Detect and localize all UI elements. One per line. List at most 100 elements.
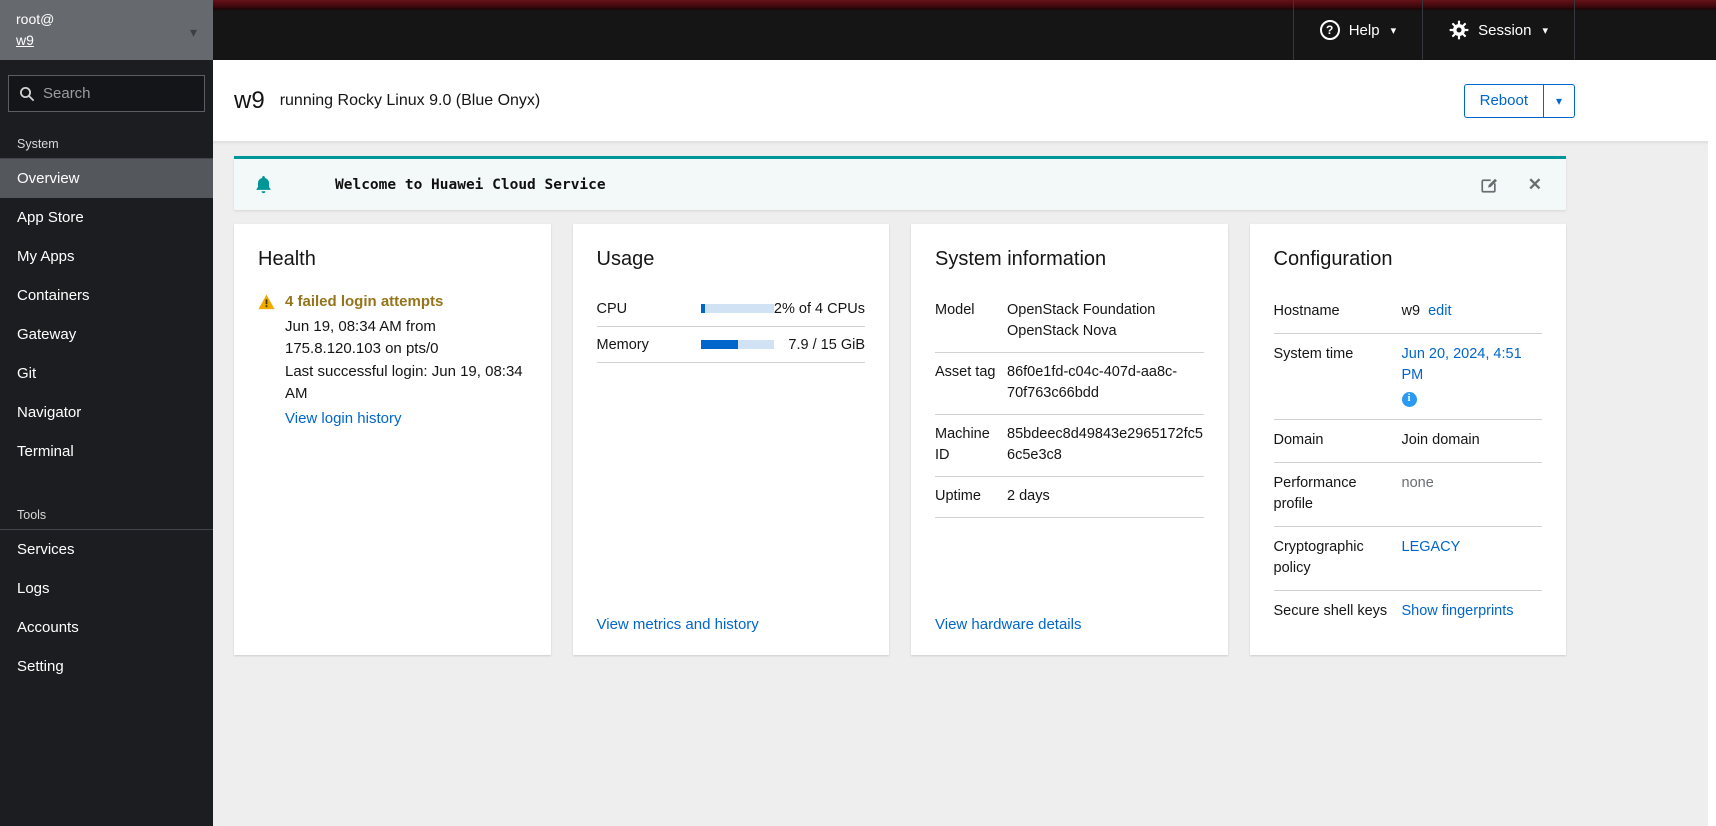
health-card: Health 4 failed login attempts Jun 19, 0… [234, 224, 551, 656]
sidebar-item-overview[interactable]: Overview [0, 159, 213, 198]
cpu-usage-value: 2% of 4 CPUs [773, 300, 865, 317]
overview-cards: Health 4 failed login attempts Jun 19, 0… [234, 224, 1566, 656]
last-login-detail: Last successful login: Jun 19, 08:34 AM [285, 362, 523, 403]
sidebar-item-gateway[interactable]: Gateway [0, 315, 213, 354]
memory-label: Memory [596, 336, 649, 353]
row-label: Model [935, 302, 975, 318]
asset-tag-row: Asset tag 86f0e1fd-c04c-407d-aa8c-70f763… [935, 353, 1204, 416]
sidebar-item-navigator[interactable]: Navigator [0, 393, 213, 432]
close-icon[interactable]: ✕ [1528, 176, 1542, 193]
cpu-usage-bar [700, 304, 774, 313]
system-time-row: System time Jun 20, 2024, 4:51 PM i [1273, 334, 1542, 421]
performance-profile-value: none [1401, 475, 1434, 492]
row-label: Performance profile [1273, 475, 1357, 513]
row-label: Uptime [935, 488, 981, 505]
masthead: ? Help ▾ Session ▾ [213, 0, 1716, 60]
info-icon[interactable]: i [1401, 392, 1417, 408]
sidebar-section-system: System Overview App Store My Apps Contai… [0, 128, 213, 471]
sidebar-item-logs[interactable]: Logs [0, 569, 213, 608]
sidebar-item-terminal[interactable]: Terminal [0, 432, 213, 471]
sidebar-item-my-apps[interactable]: My Apps [0, 237, 213, 276]
cpu-usage-row: CPU 2% of 4 CPUs [596, 291, 865, 327]
row-label: Asset tag [935, 364, 996, 381]
row-label: Domain [1273, 432, 1324, 449]
configuration-card: Configuration Hostname w9 edit System ti… [1249, 224, 1566, 656]
row-label: Cryptographic policy [1273, 539, 1364, 577]
system-information-card: System information Model OpenStack Found… [911, 224, 1228, 656]
hostname-value: w9 [1401, 303, 1421, 319]
sidebar-section-label: Tools [17, 508, 47, 522]
sidebar-item-services[interactable]: Services [0, 530, 213, 569]
asset-tag-value: 86f0e1fd-c04c-407d-aa8c-70f763c66bdd [1007, 364, 1178, 402]
chevron-down-icon: ▾ [1390, 24, 1397, 37]
account-host: w9 [16, 32, 34, 48]
session-menu[interactable]: Session ▾ [1422, 0, 1575, 60]
chevron-down-icon: ▾ [189, 24, 197, 40]
account-user: root@ [16, 11, 55, 27]
account-menu[interactable]: root@ w9 ▾ [0, 0, 213, 60]
banner-message: Welcome to Huawei Cloud Service [335, 176, 606, 193]
hostname-row: Hostname w9 edit [1273, 291, 1542, 335]
system-time-link[interactable]: Jun 20, 2024, 4:51 PM [1402, 346, 1522, 383]
row-label: System time [1273, 346, 1354, 363]
cockpit-app: ? Help ▾ Session ▾ root@ w9 ▾ Search Sys… [0, 0, 1716, 826]
sidebar-section-tools: Tools Services Logs Accounts Setting [0, 499, 213, 686]
card-title: Usage [596, 248, 655, 270]
page-title: w9 [234, 86, 265, 114]
os-description: running Rocky Linux 9.0 (Blue Onyx) [279, 91, 541, 109]
performance-profile-row: Performance profile none [1273, 463, 1542, 528]
show-fingerprints-link[interactable]: Show fingerprints [1402, 603, 1514, 619]
card-title: Health [258, 248, 316, 270]
sidebar-item-setting[interactable]: Setting [0, 647, 213, 686]
failed-login-alert: 4 failed login attempts [285, 293, 444, 310]
reboot-split-button: Reboot ▾ [1463, 83, 1575, 118]
card-title: System information [935, 248, 1107, 270]
memory-usage-row: Memory 7.9 / 15 GiB [596, 327, 865, 363]
session-label: Session [1478, 21, 1532, 39]
memory-usage-value: 7.9 / 15 GiB [788, 336, 865, 353]
page-header: w9 running Rocky Linux 9.0 (Blue Onyx) R… [213, 60, 1716, 141]
reboot-dropdown-toggle[interactable]: ▾ [1543, 84, 1574, 117]
welcome-banner: Welcome to Huawei Cloud Service ✕ [234, 156, 1566, 210]
crypto-policy-link[interactable]: LEGACY [1402, 539, 1461, 555]
edit-banner-icon[interactable] [1480, 176, 1498, 194]
bell-icon [254, 175, 273, 195]
machine-id-row: Machine ID 85bdeec8d49843e2965172fc56c5e… [935, 415, 1204, 478]
crypto-policy-row: Cryptographic policy LEGACY [1273, 527, 1542, 592]
help-label: Help [1348, 21, 1380, 39]
join-domain-value[interactable]: Join domain [1402, 430, 1543, 451]
usage-card: Usage CPU 2% of 4 CPUs Memory 7.9 / 15 G… [572, 224, 889, 656]
sidebar-item-git[interactable]: Git [0, 354, 213, 393]
uptime-value: 2 days [1007, 488, 1050, 505]
view-hardware-details-link[interactable]: View hardware details [935, 616, 1081, 633]
view-login-history-link[interactable]: View login history [285, 410, 401, 427]
help-icon: ? [1319, 20, 1340, 40]
row-label: Hostname [1273, 303, 1340, 319]
card-title: Configuration [1273, 248, 1393, 270]
uptime-row: Uptime 2 days [935, 477, 1204, 519]
chevron-down-icon: ▾ [1542, 24, 1548, 37]
sidebar-section-label: System [17, 137, 59, 151]
overview-content: Welcome to Huawei Cloud Service ✕ Health [213, 141, 1716, 826]
edit-hostname-link[interactable]: edit [1428, 303, 1451, 319]
search-box [8, 75, 205, 112]
domain-row: Domain Join domain [1273, 420, 1543, 464]
sidebar-item-accounts[interactable]: Accounts [0, 608, 213, 647]
model-value: OpenStack Foundation OpenStack Nova [1007, 302, 1156, 340]
help-menu[interactable]: ? Help ▾ [1292, 0, 1422, 60]
ssh-keys-row: Secure shell keys Show fingerprints [1274, 591, 1543, 633]
row-label: Machine ID [935, 426, 990, 464]
view-metrics-link[interactable]: View metrics and history [597, 616, 759, 633]
gear-icon [1449, 20, 1469, 40]
sidebar-item-containers[interactable]: Containers [0, 276, 213, 315]
cpu-label: CPU [596, 300, 628, 317]
warning-icon [258, 294, 275, 430]
search-input[interactable] [43, 85, 194, 102]
search-icon [20, 86, 35, 101]
memory-usage-bar [700, 340, 774, 349]
machine-id-value: 85bdeec8d49843e2965172fc56c5e3c8 [1007, 426, 1203, 464]
failed-login-detail: Jun 19, 08:34 AM from 175.8.120.103 on p… [285, 317, 439, 358]
sidebar-item-app-store[interactable]: App Store [0, 198, 213, 237]
reboot-button[interactable]: Reboot [1465, 85, 1543, 117]
scrollbar-track[interactable] [1708, 60, 1716, 826]
